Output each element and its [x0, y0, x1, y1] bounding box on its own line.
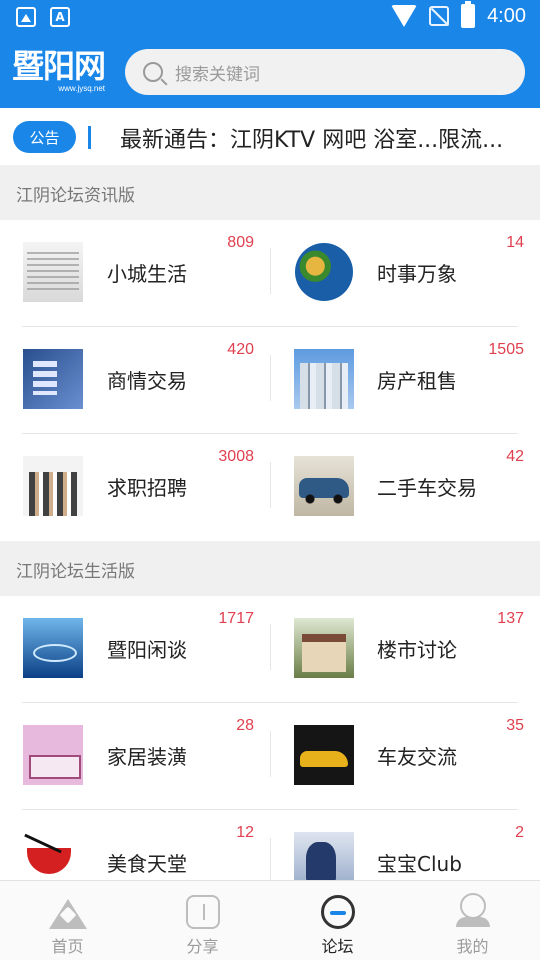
- forum-item[interactable]: 房产租售 1505: [270, 327, 540, 434]
- post-count: 1717: [218, 610, 254, 627]
- forum-label: 暨阳闲谈: [107, 638, 187, 662]
- post-count: 35: [506, 717, 524, 734]
- search-input[interactable]: 搜索关键词: [175, 60, 260, 85]
- forum-thumbnail: [294, 725, 354, 785]
- forum-grid-news: 小城生活 809 时事万象 14 商情交易 420 房产租售 1505 求职招聘…: [0, 220, 540, 541]
- forum-icon: [320, 895, 355, 929]
- status-bar: A 4:00: [0, 0, 540, 36]
- post-count: 42: [506, 448, 524, 465]
- forum-row: 商情交易 420 房产租售 1505: [0, 327, 540, 434]
- forum-row: 家居装潢 28 车友交流 35: [0, 703, 540, 810]
- forum-label: 楼市讨论: [377, 638, 457, 662]
- tab-profile[interactable]: 我的: [405, 881, 540, 960]
- forum-item[interactable]: 时事万象 14: [270, 220, 540, 327]
- forum-label: 宝宝Club: [377, 852, 462, 876]
- forum-thumbnail: [294, 456, 354, 516]
- forum-label: 商情交易: [107, 369, 187, 393]
- forum-row: 求职招聘 3008 二手车交易 42: [0, 434, 540, 541]
- logo-text: 暨阳网: [12, 47, 106, 85]
- tab-forum[interactable]: 论坛: [270, 881, 405, 960]
- forum-item[interactable]: 小城生活 809: [0, 220, 270, 327]
- forum-thumbnail: [23, 725, 83, 785]
- post-count: 12: [236, 824, 254, 841]
- tab-label: 论坛: [321, 937, 354, 956]
- site-logo[interactable]: 暨阳网 www.jysq.net: [12, 47, 106, 93]
- post-count: 420: [227, 341, 254, 358]
- forum-row: 暨阳闲谈 1717 楼市讨论 137: [0, 596, 540, 703]
- section-header-news: 江阴论坛资讯版: [0, 165, 540, 220]
- forum-item[interactable]: 家居装潢 28: [0, 703, 270, 810]
- logo-url: www.jysq.net: [58, 84, 106, 93]
- forum-item[interactable]: 楼市讨论 137: [270, 596, 540, 703]
- forum-item[interactable]: 车友交流 35: [270, 703, 540, 810]
- forum-grid-life: 暨阳闲谈 1717 楼市讨论 137 家居装潢 28 车友交流 35 美食天堂 …: [0, 596, 540, 917]
- share-icon: [185, 895, 220, 929]
- post-count: 28: [236, 717, 254, 734]
- forum-thumbnail: [294, 349, 354, 409]
- notice-bar[interactable]: 公告 最新通告：江阴KTV 网吧 浴室...限流...: [0, 108, 540, 165]
- tab-label: 首页: [51, 937, 84, 956]
- wifi-icon: [391, 5, 418, 27]
- forum-thumbnail: [294, 242, 354, 302]
- forum-label: 车友交流: [377, 745, 457, 769]
- forum-label: 求职招聘: [107, 476, 187, 500]
- forum-label: 家居装潢: [107, 745, 187, 769]
- notice-tag: 公告: [13, 121, 76, 153]
- app-notification-icon: A: [50, 7, 70, 27]
- tab-share[interactable]: 分享: [135, 881, 270, 960]
- forum-label: 房产租售: [377, 369, 457, 393]
- forum-thumbnail: [294, 618, 354, 678]
- forum-label: 美食天堂: [107, 852, 187, 876]
- gallery-notification-icon: [16, 7, 36, 27]
- search-bar[interactable]: 搜索关键词: [125, 49, 525, 95]
- post-count: 2: [515, 824, 524, 841]
- top-bar: A 4:00 暨阳网 www.jysq.net 搜索关键词: [0, 0, 540, 108]
- search-icon: [143, 62, 163, 82]
- forum-thumbnail: [23, 242, 83, 302]
- forum-thumbnail: [23, 456, 83, 516]
- forum-row: 小城生活 809 时事万象 14: [0, 220, 540, 327]
- post-count: 3008: [218, 448, 254, 465]
- post-count: 1505: [488, 341, 524, 358]
- forum-item[interactable]: 二手车交易 42: [270, 434, 540, 541]
- post-count: 137: [497, 610, 524, 627]
- section-title: 江阴论坛生活版: [16, 562, 135, 582]
- profile-icon: [455, 893, 490, 927]
- notice-divider: [88, 126, 91, 149]
- tab-label: 分享: [186, 937, 219, 956]
- post-count: 809: [227, 234, 254, 251]
- section-header-life: 江阴论坛生活版: [0, 541, 540, 596]
- forum-item[interactable]: 暨阳闲谈 1717: [0, 596, 270, 703]
- post-count: 14: [506, 234, 524, 251]
- forum-label: 小城生活: [107, 262, 187, 286]
- battery-icon: [461, 1, 476, 28]
- clock: 4:00: [487, 4, 526, 27]
- bottom-nav: 首页 分享 论坛 我的: [0, 880, 540, 960]
- forum-item[interactable]: 商情交易 420: [0, 327, 270, 434]
- forum-label: 二手车交易: [377, 476, 477, 500]
- forum-thumbnail: [23, 349, 83, 409]
- forum-item[interactable]: 求职招聘 3008: [0, 434, 270, 541]
- tab-home[interactable]: 首页: [0, 881, 135, 960]
- forum-label: 时事万象: [377, 262, 457, 286]
- section-title: 江阴论坛资讯版: [16, 186, 135, 206]
- forum-thumbnail: [23, 618, 83, 678]
- notice-text[interactable]: 最新通告：江阴KTV 网吧 浴室...限流...: [120, 122, 532, 154]
- tab-label: 我的: [456, 937, 489, 956]
- no-signal-icon: [429, 6, 450, 26]
- home-icon: [48, 899, 87, 929]
